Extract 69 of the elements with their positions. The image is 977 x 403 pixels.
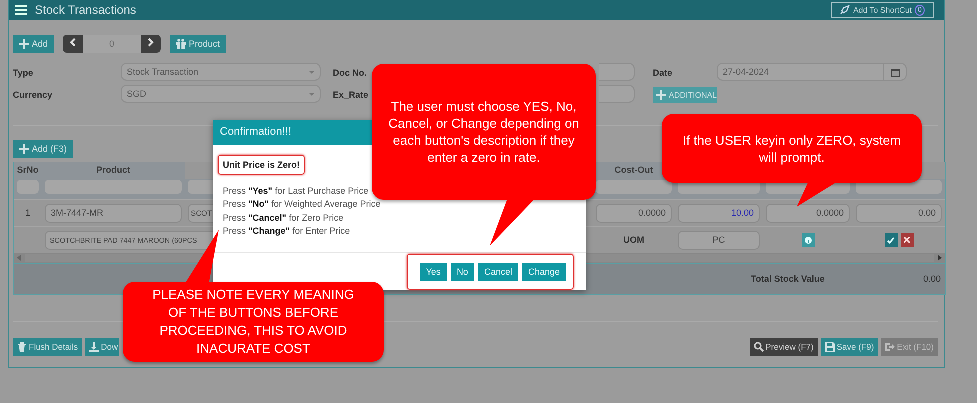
- callout-pointer: [797, 181, 839, 207]
- scroll-left-icon: [17, 255, 21, 261]
- instruction-text: Press "Yes" for Last Purchase Price: [223, 185, 370, 198]
- instruction-text: Press "No" for Weighted Average Price: [223, 198, 382, 212]
- delete-button[interactable]: [900, 233, 914, 247]
- highlighted-message: Unit Price is Zero!: [218, 155, 306, 175]
- add-row-button[interactable]: Add (F3): [13, 140, 74, 158]
- chevron-left-icon: [70, 38, 76, 46]
- table-field: 0.0000: [766, 204, 850, 222]
- filter-field[interactable]: [596, 180, 672, 194]
- plus-icon: [19, 38, 29, 48]
- info-button[interactable]: [802, 233, 814, 247]
- dialog-button[interactable]: Change: [522, 262, 566, 280]
- scroll-right-icon: [938, 255, 942, 261]
- instruction-text: Press "Cancel" for Zero Price: [223, 212, 345, 225]
- exit-icon: [885, 342, 896, 352]
- chevron-right-icon: [148, 38, 154, 46]
- callout: PLEASE NOTE EVERY MEANING OF THE BUTTONS BEFORE PROCEEDING, THIS TO AVOID INACURATE COST: [123, 282, 384, 362]
- column-header: Product: [42, 162, 185, 179]
- check-icon: [887, 236, 895, 244]
- flush-details-button[interactable]: Flush Details: [13, 338, 82, 356]
- dialog-button[interactable]: No: [450, 262, 474, 280]
- download-button[interactable]: Dow: [85, 338, 120, 356]
- field-label: Currency: [13, 90, 54, 100]
- field-label: Ex_Rate: [333, 90, 370, 100]
- add-button[interactable]: Add: [13, 34, 54, 52]
- product-select[interactable]: 3M-7447-MR: [45, 204, 182, 222]
- table-field: 0.0000: [596, 204, 672, 222]
- close-icon: [904, 237, 910, 243]
- dialog-button[interactable]: Cancel: [478, 262, 518, 280]
- field-label: Type: [13, 68, 34, 78]
- previous-button[interactable]: [63, 34, 84, 52]
- filter-field[interactable]: [17, 180, 39, 194]
- gift-icon: [176, 38, 186, 48]
- callout-pointer: [490, 198, 536, 246]
- confirm-button[interactable]: [884, 233, 898, 247]
- table-field[interactable]: 10.00: [678, 204, 760, 222]
- total-value: 0.00: [922, 274, 941, 284]
- exit-button[interactable]: Exit (F10): [881, 338, 938, 356]
- filter-field[interactable]: [45, 180, 182, 194]
- field-label: UOM: [624, 235, 644, 245]
- select-field[interactable]: SGD: [121, 85, 321, 103]
- date-field[interactable]: 27-04-2024: [717, 63, 907, 81]
- next-button[interactable]: [141, 34, 162, 52]
- preview-button[interactable]: Preview (F7): [750, 338, 818, 356]
- download-icon: [89, 342, 100, 352]
- save-button[interactable]: Save (F9): [820, 338, 878, 356]
- uom-field: PC: [678, 230, 760, 250]
- additional-button[interactable]: ADDITIONAL: [653, 87, 717, 103]
- table-field: 0.00: [856, 204, 942, 222]
- record-field[interactable]: 0: [83, 34, 142, 52]
- plus-icon: [656, 90, 666, 100]
- field-label: Doc No.: [333, 68, 368, 78]
- info-icon: [804, 236, 812, 244]
- trash-icon: [17, 342, 27, 352]
- total-label: Total Stock Value: [751, 274, 826, 284]
- field-label: Date: [653, 68, 674, 78]
- dialog-button[interactable]: Yes: [420, 262, 447, 280]
- select-field[interactable]: Stock Transaction: [121, 63, 321, 81]
- column-header: SrNo: [14, 162, 42, 179]
- product-button[interactable]: Product: [170, 34, 226, 52]
- callout: The user must choose YES, No, Cancel, or Change depending on each button's description if they enter a zero in rate.: [372, 64, 596, 200]
- table-cell: 1: [25, 208, 30, 218]
- calendar-icon: [890, 68, 900, 76]
- window-title: Stock Transactions: [35, 3, 138, 17]
- search-icon: [754, 342, 764, 352]
- instruction-text: Press "Change" for Enter Price: [223, 225, 352, 238]
- plus-icon: [19, 144, 29, 154]
- menu-icon: [15, 5, 27, 15]
